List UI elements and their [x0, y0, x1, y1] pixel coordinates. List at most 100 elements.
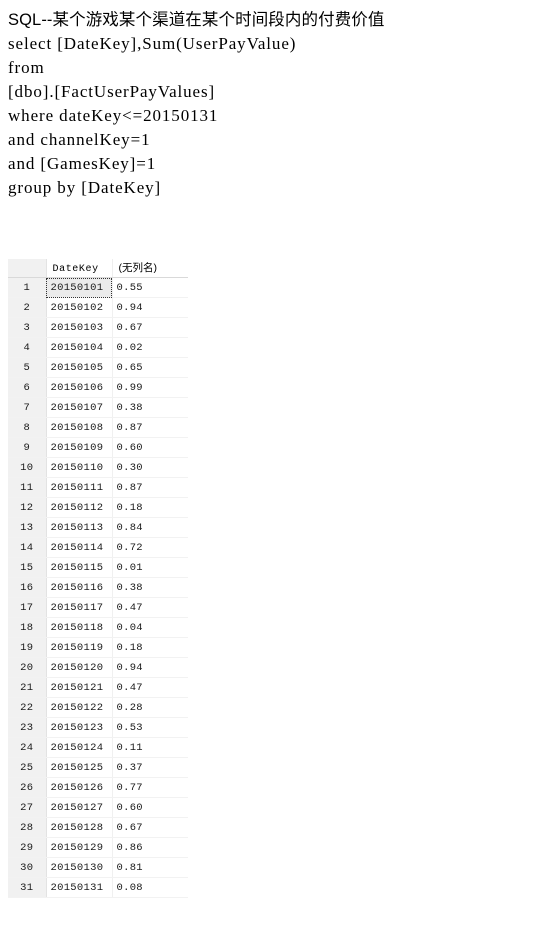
table-row[interactable]: 9 20150109 0.60	[8, 437, 188, 458]
row-number-cell[interactable]: 30	[8, 857, 47, 878]
datekey-cell[interactable]: 20150131	[46, 877, 113, 898]
paid-value-cell[interactable]: 0.11	[112, 737, 188, 758]
table-row[interactable]: 3 20150103 0.67	[8, 317, 188, 338]
datekey-cell[interactable]: 20150108	[46, 417, 113, 438]
row-number-cell[interactable]: 11	[8, 477, 47, 498]
datekey-cell[interactable]: 20150113	[46, 517, 113, 538]
row-number-cell[interactable]: 4	[8, 337, 47, 358]
row-number-cell[interactable]: 22	[8, 697, 47, 718]
table-row[interactable]: 7 20150107 0.38	[8, 397, 188, 418]
table-row[interactable]: 10 20150110 0.30	[8, 457, 188, 478]
row-number-cell[interactable]: 31	[8, 877, 47, 898]
row-number-cell[interactable]: 16	[8, 577, 47, 598]
paid-value-cell[interactable]: 0.67	[112, 317, 188, 338]
table-row[interactable]: 28 20150128 0.67	[8, 817, 188, 838]
paid-value-cell[interactable]: 0.81	[112, 857, 188, 878]
paid-value-cell[interactable]: 0.38	[112, 397, 188, 418]
datekey-cell[interactable]: 20150123	[46, 717, 113, 738]
row-number-cell[interactable]: 27	[8, 797, 47, 818]
paid-value-cell[interactable]: 0.02	[112, 337, 188, 358]
datekey-cell[interactable]: 20150112	[46, 497, 113, 518]
datekey-cell[interactable]: 20150109	[46, 437, 113, 458]
row-number-cell[interactable]: 28	[8, 817, 47, 838]
datekey-cell[interactable]: 20150120	[46, 657, 113, 678]
paid-value-cell[interactable]: 0.94	[112, 297, 188, 318]
table-row[interactable]: 15 20150115 0.01	[8, 557, 188, 578]
datekey-cell[interactable]: 20150101	[46, 277, 113, 298]
column-header-unnamed[interactable]: (无列名)	[112, 259, 188, 278]
row-number-cell[interactable]: 25	[8, 757, 47, 778]
table-row[interactable]: 31 20150131 0.08	[8, 877, 188, 898]
datekey-cell[interactable]: 20150129	[46, 837, 113, 858]
datekey-cell[interactable]: 20150126	[46, 777, 113, 798]
row-number-cell[interactable]: 12	[8, 497, 47, 518]
row-number-cell[interactable]: 13	[8, 517, 47, 538]
table-row[interactable]: 24 20150124 0.11	[8, 737, 188, 758]
row-number-cell[interactable]: 20	[8, 657, 47, 678]
datekey-cell[interactable]: 20150121	[46, 677, 113, 698]
paid-value-cell[interactable]: 0.08	[112, 877, 188, 898]
datekey-cell[interactable]: 20150119	[46, 637, 113, 658]
paid-value-cell[interactable]: 0.60	[112, 797, 188, 818]
table-row[interactable]: 11 20150111 0.87	[8, 477, 188, 498]
table-row[interactable]: 13 20150113 0.84	[8, 517, 188, 538]
table-row[interactable]: 14 20150114 0.72	[8, 537, 188, 558]
paid-value-cell[interactable]: 0.30	[112, 457, 188, 478]
table-row[interactable]: 2 20150102 0.94	[8, 297, 188, 318]
row-number-cell[interactable]: 18	[8, 617, 47, 638]
datekey-cell[interactable]: 20150118	[46, 617, 113, 638]
paid-value-cell[interactable]: 0.65	[112, 357, 188, 378]
row-number-cell[interactable]: 7	[8, 397, 47, 418]
row-number-cell[interactable]: 10	[8, 457, 47, 478]
paid-value-cell[interactable]: 0.86	[112, 837, 188, 858]
paid-value-cell[interactable]: 0.18	[112, 637, 188, 658]
table-row[interactable]: 20 20150120 0.94	[8, 657, 188, 678]
table-row[interactable]: 26 20150126 0.77	[8, 777, 188, 798]
datekey-cell[interactable]: 20150130	[46, 857, 113, 878]
paid-value-cell[interactable]: 0.55	[112, 277, 188, 298]
table-row[interactable]: 23 20150123 0.53	[8, 717, 188, 738]
table-row[interactable]: 30 20150130 0.81	[8, 857, 188, 878]
row-number-cell[interactable]: 9	[8, 437, 47, 458]
table-row[interactable]: 21 20150121 0.47	[8, 677, 188, 698]
table-row[interactable]: 5 20150105 0.65	[8, 357, 188, 378]
table-row[interactable]: 19 20150119 0.18	[8, 637, 188, 658]
table-row[interactable]: 17 20150117 0.47	[8, 597, 188, 618]
row-number-cell[interactable]: 14	[8, 537, 47, 558]
paid-value-cell[interactable]: 0.84	[112, 517, 188, 538]
datekey-cell[interactable]: 20150102	[46, 297, 113, 318]
row-number-cell[interactable]: 23	[8, 717, 47, 738]
datekey-cell[interactable]: 20150103	[46, 317, 113, 338]
row-number-cell[interactable]: 2	[8, 297, 47, 318]
table-row[interactable]: 25 20150125 0.37	[8, 757, 188, 778]
table-row[interactable]: 8 20150108 0.87	[8, 417, 188, 438]
datekey-cell[interactable]: 20150124	[46, 737, 113, 758]
row-number-cell[interactable]: 6	[8, 377, 47, 398]
row-number-cell[interactable]: 26	[8, 777, 47, 798]
paid-value-cell[interactable]: 0.38	[112, 577, 188, 598]
row-number-cell[interactable]: 19	[8, 637, 47, 658]
table-row[interactable]: 1 20150101 0.55	[8, 277, 188, 298]
paid-value-cell[interactable]: 0.47	[112, 597, 188, 618]
paid-value-cell[interactable]: 0.28	[112, 697, 188, 718]
datekey-cell[interactable]: 20150122	[46, 697, 113, 718]
row-number-cell[interactable]: 21	[8, 677, 47, 698]
paid-value-cell[interactable]: 0.60	[112, 437, 188, 458]
datekey-cell[interactable]: 20150115	[46, 557, 113, 578]
row-number-cell[interactable]: 17	[8, 597, 47, 618]
paid-value-cell[interactable]: 0.04	[112, 617, 188, 638]
paid-value-cell[interactable]: 0.87	[112, 477, 188, 498]
table-row[interactable]: 22 20150122 0.28	[8, 697, 188, 718]
table-row[interactable]: 4 20150104 0.02	[8, 337, 188, 358]
query-results-grid[interactable]: DateKey (无列名) 1 20150101 0.55 2 20150102 0.94…	[8, 259, 188, 898]
paid-value-cell[interactable]: 0.99	[112, 377, 188, 398]
paid-value-cell[interactable]: 0.72	[112, 537, 188, 558]
datekey-cell[interactable]: 20150116	[46, 577, 113, 598]
datekey-cell[interactable]: 20150104	[46, 337, 113, 358]
row-number-cell[interactable]: 29	[8, 837, 47, 858]
paid-value-cell[interactable]: 0.37	[112, 757, 188, 778]
column-header-datekey[interactable]: DateKey	[46, 259, 113, 278]
row-number-cell[interactable]: 5	[8, 357, 47, 378]
paid-value-cell[interactable]: 0.77	[112, 777, 188, 798]
row-number-cell[interactable]: 1	[8, 277, 47, 298]
